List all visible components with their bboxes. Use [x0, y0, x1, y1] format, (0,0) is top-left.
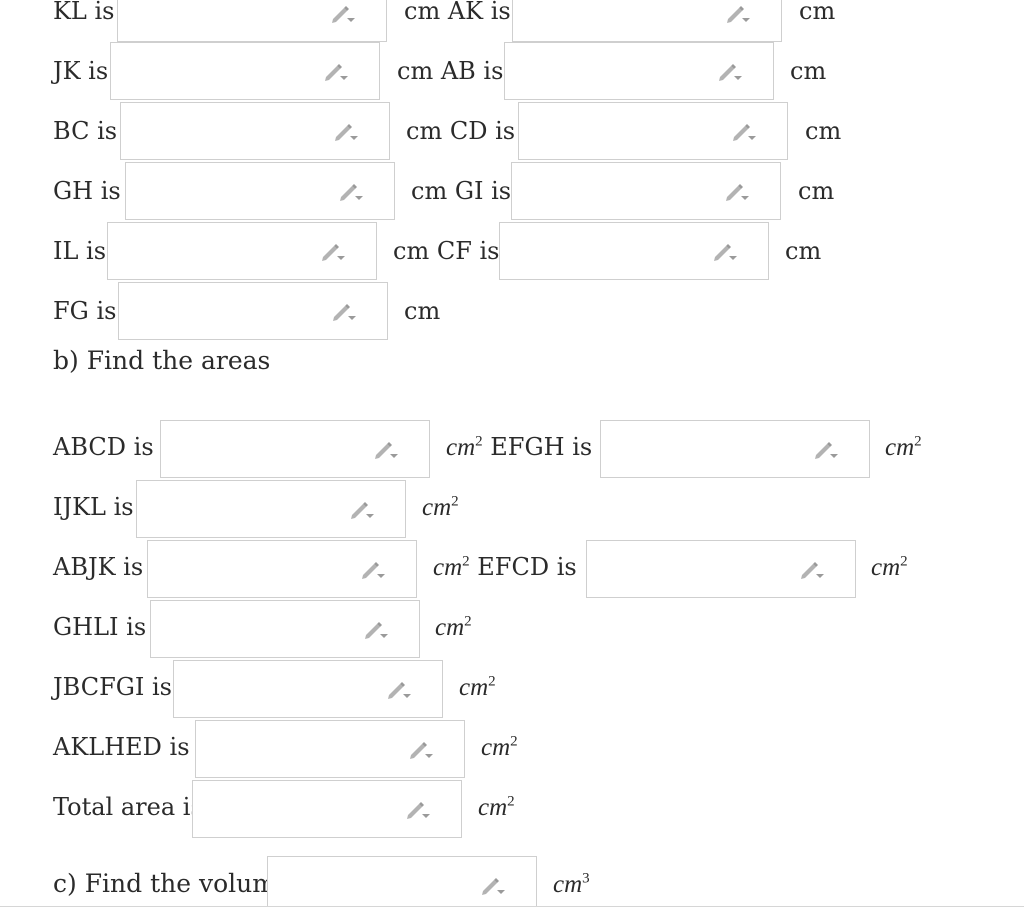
abcd-unit: cm2 EFGH is	[446, 433, 593, 461]
jbcfgi-label: JBCFGI is	[53, 673, 172, 701]
kl-unit-ak-label: cm AK is	[404, 0, 511, 25]
pencil-edit-icon[interactable]	[799, 558, 825, 580]
aklhed-unit: cm2	[481, 733, 518, 761]
gh-unit-gi-label: cm GI is	[411, 177, 512, 205]
pencil-edit-icon[interactable]	[731, 120, 757, 142]
aklhed-input[interactable]	[195, 720, 465, 778]
jbcfgi-unit: cm2	[459, 673, 496, 701]
pencil-edit-icon[interactable]	[338, 180, 364, 202]
jk-input[interactable]	[110, 42, 380, 100]
fg-input[interactable]	[118, 282, 388, 340]
gi-input[interactable]	[511, 162, 781, 220]
gh-input[interactable]	[125, 162, 395, 220]
pencil-edit-icon[interactable]	[360, 558, 386, 580]
bc-label: BC is	[53, 117, 118, 145]
page-bottom-divider	[0, 906, 1024, 907]
cf-input[interactable]	[499, 222, 769, 280]
cd-input[interactable]	[518, 102, 788, 160]
pencil-edit-icon[interactable]	[363, 618, 389, 640]
abcd-input[interactable]	[160, 420, 430, 478]
efgh-label: EFGH is	[482, 433, 593, 461]
ijkl-label: IJKL is	[53, 493, 134, 521]
jk-unit-ab-label: cm AB is	[397, 57, 504, 85]
pencil-edit-icon[interactable]	[320, 240, 346, 262]
abcd-label: ABCD is	[53, 433, 154, 461]
abjk-label: ABJK is	[53, 553, 144, 581]
ab-input[interactable]	[504, 42, 774, 100]
pencil-edit-icon[interactable]	[333, 120, 359, 142]
pencil-edit-icon[interactable]	[408, 738, 434, 760]
pencil-edit-icon[interactable]	[405, 798, 431, 820]
cd-unit: cm	[805, 117, 842, 145]
efgh-input[interactable]	[600, 420, 870, 478]
fg-label: FG is	[53, 297, 117, 325]
total-area-label: Total area is	[53, 793, 203, 821]
cf-unit: cm	[785, 237, 822, 265]
il-unit-cf-label: cm CF is	[393, 237, 500, 265]
part-b-heading: b) Find the areas	[53, 346, 271, 375]
kl-label: KL is	[53, 0, 115, 25]
pencil-edit-icon[interactable]	[330, 2, 356, 24]
pencil-edit-icon[interactable]	[331, 300, 357, 322]
aklhed-label: AKLHED is	[53, 733, 190, 761]
pencil-edit-icon[interactable]	[724, 180, 750, 202]
total-area-input[interactable]	[192, 780, 462, 838]
volume-label: c) Find the volume	[53, 869, 291, 898]
volume-unit: cm3	[553, 870, 590, 898]
efcd-input[interactable]	[586, 540, 856, 598]
fg-unit: cm	[404, 297, 441, 325]
pencil-edit-icon[interactable]	[323, 60, 349, 82]
pencil-edit-icon[interactable]	[712, 240, 738, 262]
total-area-unit: cm2	[478, 793, 515, 821]
il-label: IL is	[53, 237, 107, 265]
jk-label: JK is	[53, 57, 109, 85]
gh-label: GH is	[53, 177, 121, 205]
abjk-input[interactable]	[147, 540, 417, 598]
bc-input[interactable]	[120, 102, 390, 160]
pencil-edit-icon[interactable]	[373, 438, 399, 460]
efcd-label: EFCD is	[469, 553, 577, 581]
kl-input[interactable]	[117, 0, 387, 42]
gi-unit: cm	[798, 177, 835, 205]
efcd-unit: cm2	[871, 553, 908, 581]
ijkl-unit: cm2	[422, 493, 459, 521]
volume-input[interactable]	[267, 856, 537, 906]
ghli-label: GHLI is	[53, 613, 147, 641]
pencil-edit-icon[interactable]	[813, 438, 839, 460]
pencil-edit-icon[interactable]	[725, 2, 751, 24]
pencil-edit-icon[interactable]	[717, 60, 743, 82]
abjk-unit: cm2 EFCD is	[433, 553, 577, 581]
jbcfgi-input[interactable]	[173, 660, 443, 718]
ab-unit: cm	[790, 57, 827, 85]
il-input[interactable]	[107, 222, 377, 280]
ghli-input[interactable]	[150, 600, 420, 658]
pencil-edit-icon[interactable]	[480, 874, 506, 896]
pencil-edit-icon[interactable]	[349, 498, 375, 520]
ak-input[interactable]	[512, 0, 782, 42]
efgh-unit: cm2	[885, 433, 922, 461]
ghli-unit: cm2	[435, 613, 472, 641]
ijkl-input[interactable]	[136, 480, 406, 538]
bc-unit-cd-label: cm CD is	[406, 117, 516, 145]
pencil-edit-icon[interactable]	[386, 678, 412, 700]
ak-unit: cm	[799, 0, 836, 25]
